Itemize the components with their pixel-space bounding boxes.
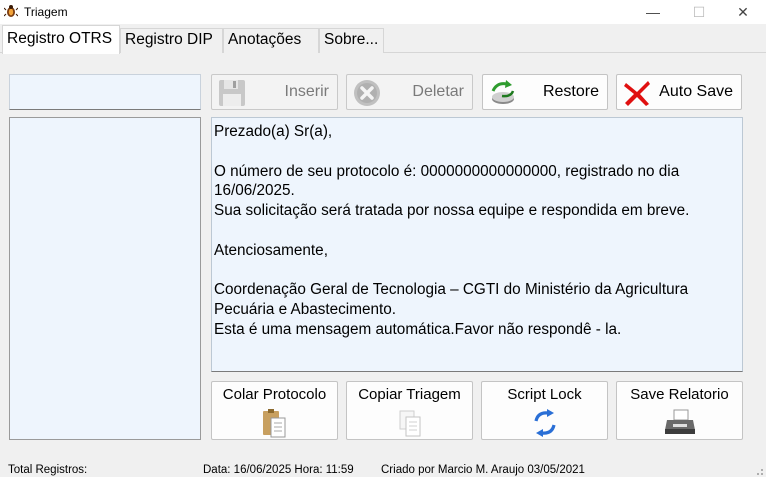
inserir-button[interactable]: Inserir (211, 74, 338, 110)
total-registros-label: Total Registros: (8, 464, 88, 476)
printer-icon (664, 409, 695, 434)
deletar-button[interactable]: Deletar (346, 74, 473, 110)
delete-x-circle-icon (354, 80, 380, 106)
inserir-label: Inserir (284, 83, 329, 100)
tab-anotacoes[interactable]: Anotações (223, 28, 319, 53)
tab-strip: Registro OTRS Registro DIP Anotações Sob… (0, 25, 766, 54)
title-bar: Triagem — ☐ ✕ (0, 0, 766, 24)
window-title: Triagem (24, 5, 68, 19)
tab-sobre[interactable]: Sobre... (319, 28, 384, 53)
refresh-arrows-icon (533, 409, 556, 437)
copiar-triagem-label: Copiar Triagem (358, 386, 461, 403)
maximize-icon: ☐ (692, 3, 706, 20)
copy-document-icon (399, 410, 420, 437)
bug-app-icon (4, 5, 18, 17)
message-textarea[interactable]: Prezado(a) Sr(a), O número de seu protoc… (211, 117, 743, 372)
auto-save-label: Auto Save (659, 83, 733, 100)
tab-registro-otrs[interactable]: Registro OTRS (2, 25, 120, 54)
red-x-icon (624, 81, 650, 106)
restore-recycle-icon (491, 80, 515, 104)
records-list[interactable] (9, 117, 201, 440)
credits-status: Criado por Marcio M. Araujo 03/05/2021 (381, 464, 585, 476)
script-lock-label: Script Lock (507, 386, 582, 403)
maximize-button[interactable]: ☐ (676, 0, 722, 24)
auto-save-button[interactable]: Auto Save (616, 74, 742, 110)
save-relatorio-button[interactable]: Save Relatorio (616, 381, 743, 440)
restore-button[interactable]: Restore (482, 74, 608, 110)
protocol-search-input[interactable] (9, 74, 201, 110)
floppy-disk-icon (219, 80, 245, 106)
minimize-icon: — (646, 4, 660, 20)
status-bar: Total Registros: Data: 16/06/2025 Hora: … (0, 460, 766, 477)
minimize-button[interactable]: — (630, 0, 676, 24)
datetime-status: Data: 16/06/2025 Hora: 11:59 (203, 464, 354, 476)
save-relatorio-label: Save Relatorio (630, 386, 729, 403)
script-lock-button[interactable]: Script Lock (481, 381, 608, 440)
close-icon: ✕ (737, 3, 749, 20)
paste-clipboard-icon (262, 409, 285, 438)
copiar-triagem-button[interactable]: Copiar Triagem (346, 381, 473, 440)
tab-content-registro-otrs: Inserir Deletar Restore Auto Save Prezad… (0, 53, 766, 460)
colar-protocolo-button[interactable]: Colar Protocolo (211, 381, 338, 440)
colar-protocolo-label: Colar Protocolo (222, 386, 327, 403)
restore-label: Restore (542, 83, 599, 100)
deletar-label: Deletar (412, 83, 464, 100)
resize-grip-icon[interactable] (754, 466, 764, 476)
tab-registro-dip[interactable]: Registro DIP (120, 28, 223, 53)
close-button[interactable]: ✕ (720, 0, 766, 24)
